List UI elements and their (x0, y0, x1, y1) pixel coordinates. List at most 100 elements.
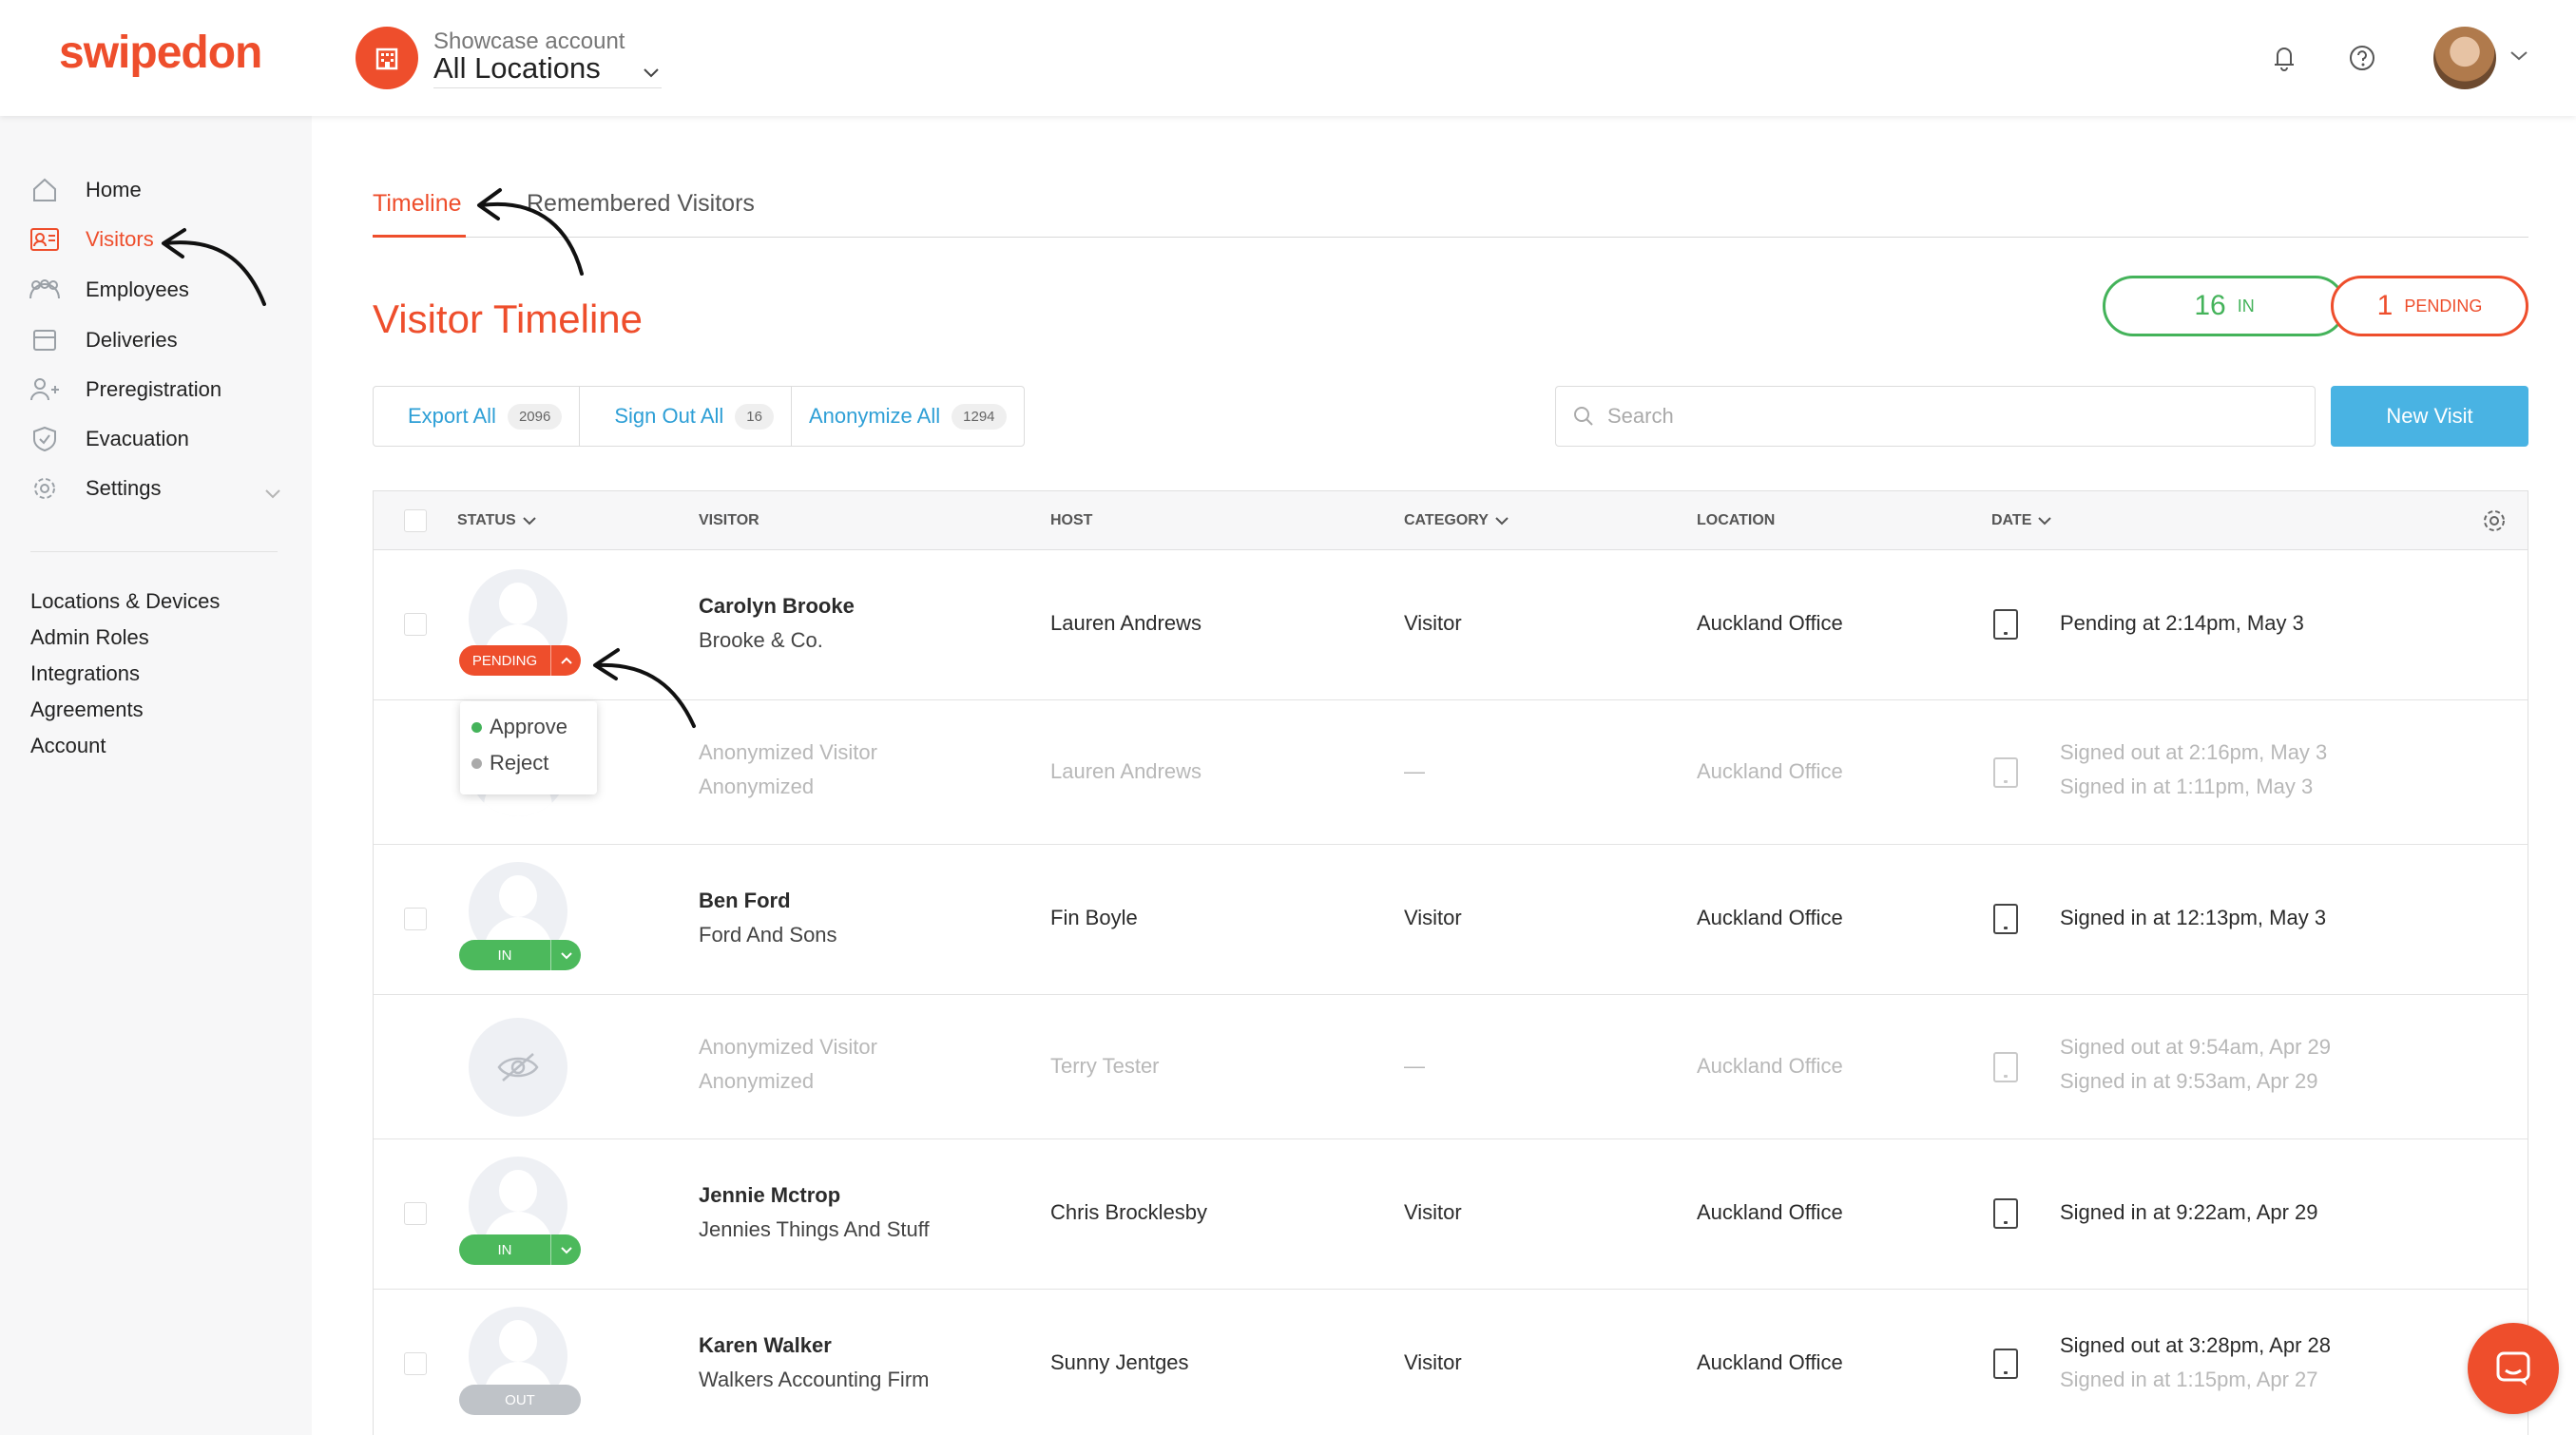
host-name: Chris Brocklesby (1050, 1200, 1208, 1224)
location-underline (433, 87, 662, 88)
table-row[interactable]: IN Jennie Mctrop Jennies Things And Stuf… (374, 1139, 2528, 1290)
tablet-icon (1993, 1052, 2018, 1082)
sidebar-link-admin-roles[interactable]: Admin Roles (30, 625, 149, 650)
date-column-header[interactable]: DATE (1991, 512, 2052, 529)
chat-launcher-icon[interactable] (2468, 1323, 2559, 1414)
reject-option[interactable]: Reject (471, 751, 548, 775)
home-icon (29, 174, 61, 206)
status-column-header[interactable]: STATUS (457, 512, 537, 529)
help-icon[interactable] (2348, 42, 2376, 79)
visitor-name[interactable]: Anonymized Visitor (699, 740, 877, 765)
sidebar-link-agreements[interactable]: Agreements (30, 698, 144, 722)
host-name: Lauren Andrews (1050, 759, 1201, 783)
sidebar-link-locations[interactable]: Locations & Devices (30, 589, 220, 614)
swipedon-logo[interactable]: swipedon (59, 27, 262, 79)
visit-date-out: Signed out at 9:54am, Apr 29 (2060, 1035, 2331, 1059)
location-selector[interactable]: All Locations (433, 51, 601, 86)
table-row[interactable]: IN Ben Ford Ford And Sons Fin Boyle Visi… (374, 845, 2528, 995)
status-badge-out[interactable]: OUT (459, 1385, 581, 1415)
date-header-label: DATE (1991, 512, 2032, 528)
new-visit-button[interactable]: New Visit (2331, 386, 2528, 447)
sidebar-item-deliveries[interactable]: Deliveries (29, 321, 178, 359)
sign-out-all-button[interactable]: Sign Out All 16 (580, 387, 792, 446)
sidebar-item-label: Visitors (86, 227, 154, 251)
sidebar-link-integrations[interactable]: Integrations (30, 661, 140, 686)
annotation-arrow-icon (477, 188, 584, 276)
in-label: IN (2237, 296, 2255, 316)
person-plus-icon (29, 373, 61, 406)
table-row[interactable]: OUT Karen Walker Walkers Accounting Firm… (374, 1290, 2528, 1435)
anonymize-count-badge: 1294 (952, 403, 1007, 430)
chevron-up-icon[interactable] (550, 645, 581, 676)
tablet-icon (1993, 1198, 2018, 1229)
sign-out-all-label: Sign Out All (614, 404, 724, 428)
table-row[interactable]: Anonymized Visitor Anonymized Terry Test… (374, 995, 2528, 1139)
tab-timeline[interactable]: Timeline (373, 190, 462, 218)
sidebar-link-account[interactable]: Account (30, 734, 106, 758)
visitor-company: Walkers Accounting Firm (699, 1368, 930, 1391)
visitor-company: Anonymized (699, 1069, 815, 1093)
sidebar-item-settings[interactable]: Settings (29, 469, 285, 507)
chevron-down-icon[interactable] (643, 67, 660, 84)
category: — (1404, 1054, 1425, 1078)
row-checkbox[interactable] (404, 613, 427, 636)
visitor-company: Jennies Things And Stuff (699, 1217, 930, 1241)
sidebar-item-visitors[interactable]: Visitors (29, 220, 154, 258)
category-column-header[interactable]: CATEGORY (1404, 512, 1509, 529)
export-count-badge: 2096 (507, 403, 563, 430)
export-all-button[interactable]: Export All 2096 (374, 387, 581, 446)
search-input[interactable]: Search (1555, 386, 2316, 447)
host-name: Fin Boyle (1050, 906, 1138, 929)
gear-icon (29, 472, 61, 505)
visitor-name[interactable]: Karen Walker (699, 1333, 832, 1358)
status-badge-pending[interactable]: PENDING (459, 645, 581, 676)
status-dropdown-menu: Approve Reject (460, 701, 597, 794)
chevron-down-icon[interactable] (264, 481, 281, 506)
location: Auckland Office (1697, 759, 1843, 783)
visitor-name[interactable]: Ben Ford (699, 889, 791, 913)
visitor-table: STATUS VISITOR HOST CATEGORY LOCATION DA… (373, 490, 2528, 1435)
chevron-down-icon[interactable] (550, 940, 581, 970)
pending-count: 1 (2376, 290, 2393, 321)
pending-count-pill[interactable]: 1 PENDING (2331, 276, 2528, 336)
sidebar-item-evacuation[interactable]: Evacuation (29, 420, 189, 458)
tablet-icon (1993, 1349, 2018, 1379)
anonymize-all-button[interactable]: Anonymize All 1294 (792, 387, 1024, 446)
sidebar-item-preregistration[interactable]: Preregistration (29, 371, 221, 409)
chevron-down-icon[interactable] (2509, 49, 2528, 67)
select-all-checkbox[interactable] (404, 509, 427, 532)
chevron-down-icon (2038, 517, 2052, 526)
annotation-arrow-icon (593, 648, 696, 728)
location: Auckland Office (1697, 1350, 1843, 1374)
status-badge-in[interactable]: IN (459, 1234, 581, 1265)
avatar[interactable] (2433, 27, 2496, 89)
building-icon[interactable] (356, 27, 418, 89)
chevron-down-icon[interactable] (550, 1234, 581, 1265)
sidebar-item-label: Deliveries (86, 328, 178, 352)
visit-date-out: Signed out at 3:28pm, Apr 28 (2060, 1333, 2331, 1357)
bell-icon[interactable] (2270, 42, 2298, 79)
visit-date-in: Signed in at 9:53am, Apr 29 (2060, 1069, 2318, 1093)
row-checkbox[interactable] (404, 908, 427, 930)
visit-date: Signed in at 9:22am, Apr 29 (2060, 1200, 2318, 1224)
location: Auckland Office (1697, 611, 1843, 635)
column-settings-gear-icon[interactable] (2480, 507, 2509, 540)
host-name: Sunny Jentges (1050, 1350, 1189, 1374)
location: Auckland Office (1697, 1200, 1843, 1224)
status-badge-label: IN (497, 1241, 512, 1258)
search-icon (1574, 407, 1593, 426)
visitor-name[interactable]: Jennie Mctrop (699, 1183, 840, 1208)
tablet-icon (1993, 609, 2018, 640)
visit-date-in: Signed in at 1:11pm, May 3 (2060, 775, 2314, 798)
sidebar-item-home[interactable]: Home (29, 171, 142, 209)
in-count-pill[interactable]: 16 IN (2103, 276, 2346, 336)
status-badge-label: OUT (505, 1391, 535, 1408)
visitor-column-header: VISITOR (699, 512, 759, 528)
visitor-name[interactable]: Anonymized Visitor (699, 1035, 877, 1060)
status-badge-in[interactable]: IN (459, 940, 581, 970)
row-checkbox[interactable] (404, 1352, 427, 1375)
category: Visitor (1404, 611, 1462, 635)
visitor-name[interactable]: Carolyn Brooke (699, 594, 855, 619)
row-checkbox[interactable] (404, 1202, 427, 1225)
approve-option[interactable]: Approve (471, 715, 567, 739)
